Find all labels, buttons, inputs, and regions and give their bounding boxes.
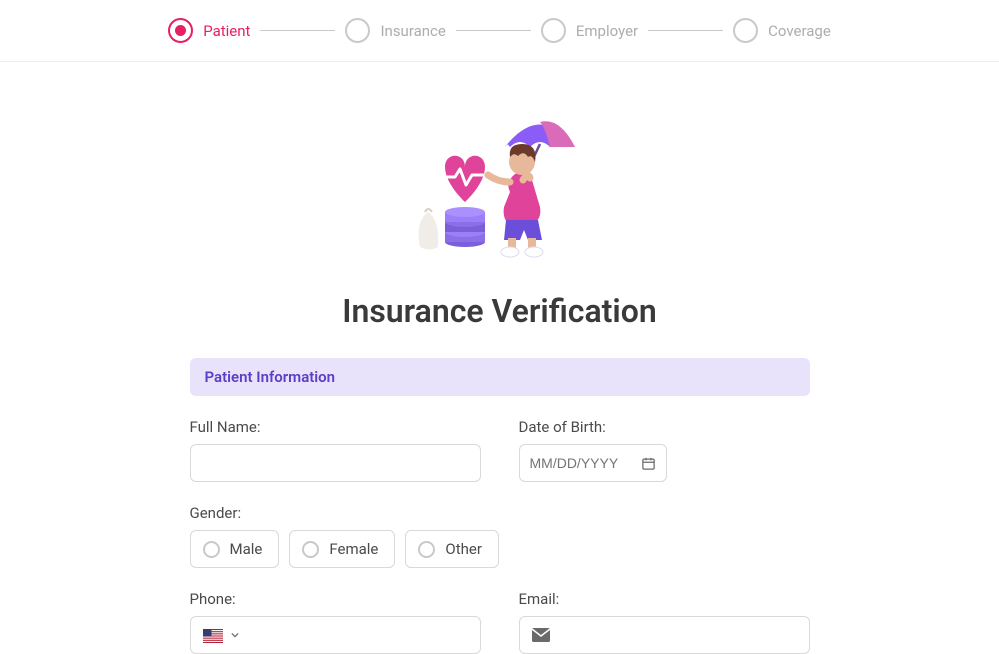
step-label: Coverage — [768, 22, 831, 40]
step-label: Insurance — [380, 22, 445, 40]
person-heart-umbrella-icon — [410, 112, 590, 262]
dob-label: Date of Birth: — [519, 418, 810, 436]
gender-option-female[interactable]: Female — [289, 530, 395, 568]
step-circle-icon — [168, 18, 193, 43]
dob-input[interactable] — [530, 455, 633, 471]
radio-label: Other — [445, 540, 482, 558]
calendar-icon — [641, 456, 656, 471]
gender-label: Gender: — [190, 504, 810, 522]
step-label: Employer — [576, 22, 638, 40]
gender-radio-group: Male Female Other — [190, 530, 810, 568]
step-connector — [260, 30, 335, 31]
gender-option-male[interactable]: Male — [190, 530, 280, 568]
dob-input-wrap[interactable] — [519, 444, 667, 482]
page-title: Insurance Verification — [190, 292, 810, 330]
full-name-label: Full Name: — [190, 418, 481, 436]
full-name-input[interactable] — [190, 444, 481, 482]
radio-label: Female — [329, 540, 378, 558]
chevron-down-icon — [231, 631, 239, 639]
progress-stepper: Patient Insurance Employer Coverage — [0, 0, 999, 62]
gender-option-other[interactable]: Other — [405, 530, 499, 568]
envelope-icon — [532, 628, 550, 642]
phone-input-wrap[interactable] — [190, 616, 481, 654]
step-connector — [648, 30, 723, 31]
step-circle-icon — [541, 18, 566, 43]
step-circle-icon — [345, 18, 370, 43]
email-label: Email: — [519, 590, 810, 608]
radio-icon — [418, 541, 435, 558]
step-patient[interactable]: Patient — [168, 18, 250, 43]
phone-label: Phone: — [190, 590, 481, 608]
section-banner: Patient Information — [190, 358, 810, 396]
main-content: Insurance Verification Patient Informati… — [95, 62, 905, 654]
us-flag-icon — [203, 628, 223, 642]
radio-label: Male — [230, 540, 263, 558]
step-label: Patient — [203, 22, 250, 40]
step-coverage[interactable]: Coverage — [733, 18, 831, 43]
radio-icon — [302, 541, 319, 558]
step-insurance[interactable]: Insurance — [345, 18, 445, 43]
email-input-wrap[interactable] — [519, 616, 810, 654]
step-employer[interactable]: Employer — [541, 18, 638, 43]
step-circle-icon — [733, 18, 758, 43]
step-connector — [456, 30, 531, 31]
radio-icon — [203, 541, 220, 558]
header-illustration — [190, 112, 810, 262]
